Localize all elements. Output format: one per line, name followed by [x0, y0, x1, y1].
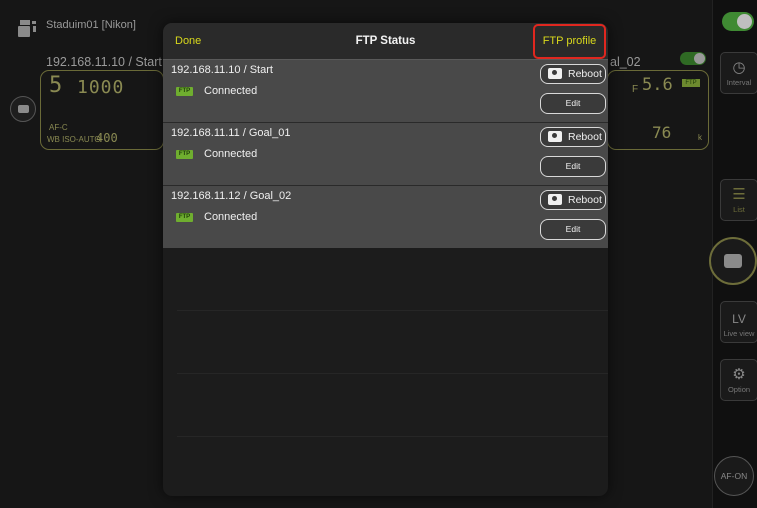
row-ip: 192.168.11.10 / Start: [171, 64, 273, 76]
shutter-digit: 5: [49, 73, 63, 98]
aperture-prefix: F: [632, 84, 639, 95]
live-view-label: Live view: [723, 329, 755, 338]
camera-left-label[interactable]: 192.168.11.10 / Start: [46, 55, 162, 69]
divider: [177, 310, 608, 311]
reboot-label: Reboot: [568, 68, 602, 80]
camera-right-toggle[interactable]: [680, 52, 706, 65]
reboot-button[interactable]: Reboot: [540, 64, 606, 84]
live-view-button[interactable]: LV Live view: [720, 301, 757, 343]
ftp-badge-icon: FTP: [176, 150, 193, 159]
reboot-label: Reboot: [568, 194, 602, 206]
row-ip: 192.168.11.12 / Goal_02: [171, 190, 292, 202]
row-ip: 192.168.11.11 / Goal_01: [171, 127, 291, 139]
row-status: Connected: [204, 211, 258, 223]
camera-right-lcd[interactable]: F 5.6 FTP 76 k: [607, 70, 709, 150]
edit-button[interactable]: Edit: [540, 93, 606, 114]
empty-list-area: [163, 248, 608, 496]
camera-group-icon: [18, 20, 36, 37]
row-status: Connected: [204, 148, 258, 160]
af-mode: AF-C: [49, 123, 68, 132]
camera-icon: [548, 131, 562, 142]
camera-left-lcd[interactable]: 5 1000 AF-C WB ISO-AUTO 400: [40, 70, 164, 150]
option-button[interactable]: ⚙ Option: [720, 359, 757, 401]
af-on-button[interactable]: AF-ON: [714, 456, 754, 496]
interval-label: Interval: [726, 78, 752, 87]
iso-value: 400: [96, 131, 118, 145]
shutter-value: 1000: [77, 77, 125, 98]
ftp-status-modal: Done FTP Status FTP profile 192.168.11.1…: [163, 23, 608, 496]
list-label: List: [733, 205, 745, 214]
ftp-row: 192.168.11.10 / Start FTP Connected Rebo…: [163, 59, 608, 122]
row-status: Connected: [204, 85, 258, 97]
ftp-icon: FTP: [682, 79, 700, 87]
frames-value: 76: [652, 123, 672, 142]
reboot-button[interactable]: Reboot: [540, 127, 606, 147]
aperture-value: 5.6: [642, 75, 673, 95]
app-title: Staduim01 [Nikon]: [46, 19, 136, 31]
edit-button[interactable]: Edit: [540, 219, 606, 240]
ftp-badge-icon: FTP: [176, 87, 193, 96]
option-label: Option: [727, 385, 751, 394]
ftp-profile-button[interactable]: FTP profile: [533, 24, 606, 59]
interval-icon: ◷: [732, 59, 746, 76]
edit-button[interactable]: Edit: [540, 156, 606, 177]
list-icon: ☰: [732, 186, 746, 203]
camera-icon: [548, 68, 562, 79]
shutter-button[interactable]: [709, 237, 757, 285]
modal-header: Done FTP Status FTP profile: [163, 23, 608, 59]
divider: [177, 436, 608, 437]
gear-icon: ⚙: [732, 366, 746, 383]
camera-right-label[interactable]: al_02: [610, 55, 641, 69]
iso-label: WB ISO-AUTO: [47, 135, 101, 144]
camera-left-shutter-button[interactable]: [10, 96, 36, 122]
camera-icon: [548, 194, 562, 205]
master-toggle[interactable]: [722, 12, 754, 31]
ftp-row: 192.168.11.11 / Goal_01 FTP Connected Re…: [163, 122, 608, 185]
frames-suffix: k: [698, 133, 702, 142]
ftp-row: 192.168.11.12 / Goal_02 FTP Connected Re…: [163, 185, 608, 248]
reboot-button[interactable]: Reboot: [540, 190, 606, 210]
list-button[interactable]: ☰ List: [720, 179, 757, 221]
live-view-title: LV: [732, 312, 746, 326]
divider: [177, 373, 608, 374]
reboot-label: Reboot: [568, 131, 602, 143]
interval-button[interactable]: ◷ Interval: [720, 52, 757, 94]
ftp-badge-icon: FTP: [176, 213, 193, 222]
